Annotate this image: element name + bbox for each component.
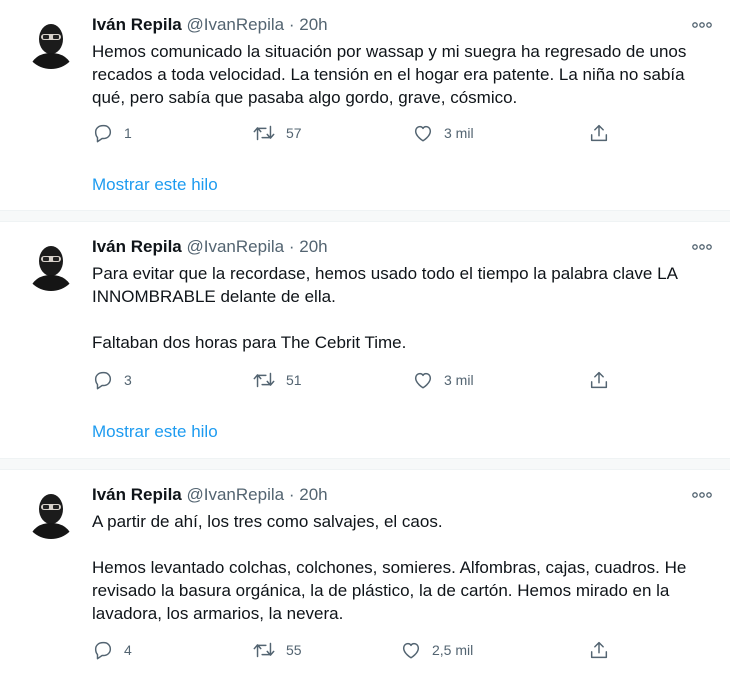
retweet-button[interactable]: 57 — [252, 121, 302, 145]
share-icon — [590, 124, 608, 142]
like-icon — [414, 125, 432, 142]
avatar-photo — [29, 494, 73, 539]
retweet-button[interactable]: 55 — [252, 638, 302, 662]
like-count: 3 mil — [444, 125, 474, 141]
tweet-1[interactable]: Iván Repila @IvanRepila · 20h Hemos comu… — [0, 0, 730, 210]
reply-icon — [94, 641, 112, 660]
header-separator: · — [288, 15, 295, 34]
tweet-3[interactable]: Iván Repila @IvanRepila · 20h A partir d… — [0, 470, 730, 683]
author-handle[interactable]: @IvanRepila — [187, 485, 285, 504]
avatar[interactable] — [24, 485, 78, 539]
header-separator: · — [288, 237, 295, 256]
tweet-text: Hemos comunicado la situación por wassap… — [92, 40, 717, 109]
retweet-button[interactable]: 51 — [252, 368, 302, 392]
retweet-icon — [253, 125, 275, 141]
tweet-header: Iván Repila @IvanRepila · 20h — [92, 485, 328, 505]
share-button[interactable] — [588, 638, 610, 662]
show-thread-link[interactable]: Mostrar este hilo — [92, 422, 218, 442]
retweet-count: 55 — [286, 642, 302, 658]
tweet-time[interactable]: 20h — [299, 485, 327, 504]
retweet-icon — [253, 642, 275, 658]
reply-icon — [94, 371, 112, 390]
tweet-2[interactable]: Iván Repila @IvanRepila · 20h Para evita… — [0, 222, 730, 458]
share-button[interactable] — [588, 121, 610, 145]
reply-count: 3 — [124, 372, 132, 388]
tweet-paragraph: Para evitar que la recordase, hemos usad… — [92, 264, 677, 306]
retweet-count: 51 — [286, 372, 302, 388]
tweet-header: Iván Repila @IvanRepila · 20h — [92, 237, 328, 257]
like-button[interactable]: 3 mil — [412, 121, 474, 145]
tweet-header: Iván Repila @IvanRepila · 20h — [92, 15, 328, 35]
tweet-separator — [0, 458, 730, 470]
author-handle[interactable]: @IvanRepila — [187, 237, 285, 256]
reply-button[interactable]: 4 — [92, 638, 132, 662]
avatar[interactable] — [24, 237, 78, 291]
like-icon — [402, 642, 420, 659]
author-name[interactable]: Iván Repila — [92, 485, 182, 504]
tweet-paragraph: A partir de ahí, los tres como salvajes,… — [92, 512, 443, 531]
retweet-count: 57 — [286, 125, 302, 141]
tweet-paragraph: Faltaban dos horas para The Cebrit Time. — [92, 333, 407, 352]
reply-count: 4 — [124, 642, 132, 658]
reply-button[interactable]: 3 — [92, 368, 132, 392]
reply-icon — [94, 124, 112, 143]
avatar-photo — [29, 24, 73, 69]
author-name[interactable]: Iván Repila — [92, 237, 182, 256]
share-button[interactable] — [588, 368, 610, 392]
retweet-icon — [253, 372, 275, 388]
reply-count: 1 — [124, 125, 132, 141]
tweet-time[interactable]: 20h — [299, 237, 327, 256]
like-button[interactable]: 2,5 mil — [400, 638, 473, 662]
header-separator: · — [288, 485, 295, 504]
like-icon — [414, 372, 432, 389]
avatar[interactable] — [24, 15, 78, 69]
like-count: 3 mil — [444, 372, 474, 388]
like-count: 2,5 mil — [432, 642, 474, 658]
tweet-text: A partir de ahí, los tres como salvajes,… — [92, 510, 717, 625]
avatar-photo — [29, 246, 73, 291]
tweet-time[interactable]: 20h — [299, 15, 327, 34]
tweet-separator — [0, 210, 730, 222]
more-icon[interactable] — [690, 488, 714, 502]
like-button[interactable]: 3 mil — [412, 368, 474, 392]
author-name[interactable]: Iván Repila — [92, 15, 182, 34]
share-icon — [590, 641, 608, 659]
author-handle[interactable]: @IvanRepila — [187, 15, 285, 34]
tweet-text: Para evitar que la recordase, hemos usad… — [92, 262, 717, 354]
share-icon — [590, 371, 608, 389]
show-thread-link[interactable]: Mostrar este hilo — [92, 175, 218, 195]
tweet-paragraph: Hemos comunicado la situación por wassap… — [92, 42, 687, 107]
reply-button[interactable]: 1 — [92, 121, 132, 145]
more-icon[interactable] — [690, 18, 714, 32]
tweet-paragraph: Hemos levantado colchas, colchones, somi… — [92, 558, 687, 623]
more-icon[interactable] — [690, 240, 714, 254]
